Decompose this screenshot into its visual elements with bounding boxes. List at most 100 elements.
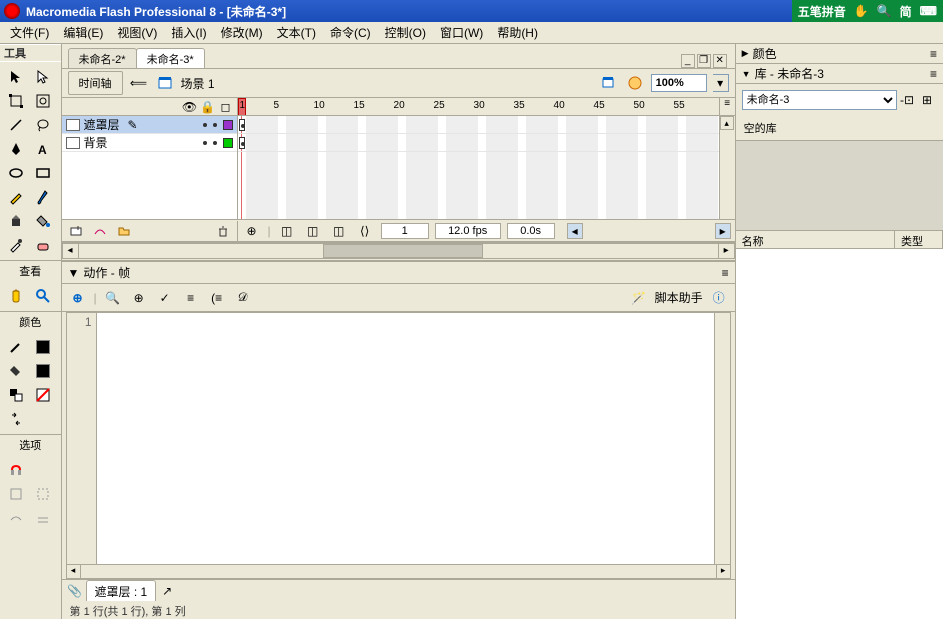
eyedropper-tool[interactable] bbox=[4, 234, 28, 256]
menu-commands[interactable]: 命令(C) bbox=[324, 22, 377, 43]
gradient-transform-tool[interactable] bbox=[31, 90, 55, 112]
option-5[interactable] bbox=[4, 507, 28, 529]
zoom-dropdown[interactable]: ▾ bbox=[713, 74, 729, 92]
add-motion-guide-btn[interactable] bbox=[90, 221, 110, 241]
add-layer-btn[interactable] bbox=[66, 221, 86, 241]
menu-modify[interactable]: 修改(M) bbox=[215, 22, 269, 43]
swap-colors-btn[interactable] bbox=[4, 408, 28, 430]
lock-icon[interactable]: 🔒 bbox=[201, 100, 215, 114]
script-helper-label[interactable]: 脚本助手 bbox=[655, 289, 703, 306]
eraser-tool[interactable] bbox=[31, 234, 55, 256]
hand-tool[interactable] bbox=[4, 285, 28, 307]
fill-swatch[interactable] bbox=[31, 360, 55, 382]
menu-control[interactable]: 控制(O) bbox=[379, 22, 432, 43]
frames-area[interactable] bbox=[238, 116, 719, 219]
panel-menu-icon[interactable]: ≡ bbox=[930, 67, 937, 81]
edit-symbol-btn[interactable] bbox=[625, 73, 645, 93]
pen-tool[interactable] bbox=[4, 138, 28, 160]
zoom-input[interactable]: 100% bbox=[651, 74, 707, 92]
paint-bucket-tool[interactable] bbox=[31, 210, 55, 232]
code-vscroll[interactable] bbox=[714, 313, 730, 564]
selection-tool[interactable] bbox=[4, 66, 28, 88]
free-transform-tool[interactable] bbox=[4, 90, 28, 112]
add-script-btn[interactable]: ⊕ bbox=[68, 288, 88, 308]
find-btn[interactable]: 🔍 bbox=[103, 288, 123, 308]
no-color-btn[interactable] bbox=[31, 384, 55, 406]
menu-file[interactable]: 文件(F) bbox=[4, 22, 55, 43]
scroll-left-btn[interactable]: ◂ bbox=[567, 223, 583, 239]
edit-multiple-frames-btn[interactable]: ◫ bbox=[329, 221, 349, 241]
keyframe-icon[interactable] bbox=[239, 119, 245, 131]
add-folder-btn[interactable] bbox=[114, 221, 134, 241]
help-icon[interactable]: ⓘ bbox=[709, 288, 729, 308]
target-btn[interactable]: ⊕ bbox=[129, 288, 149, 308]
nav-icon[interactable]: ↗ bbox=[160, 584, 174, 598]
line-tool[interactable] bbox=[4, 114, 28, 136]
hand-icon[interactable]: ✋ bbox=[852, 4, 871, 18]
doc-restore-btn[interactable]: ❐ bbox=[697, 54, 711, 68]
eye-icon[interactable]: 👁 bbox=[183, 100, 197, 114]
library-list[interactable] bbox=[736, 249, 943, 619]
code-hscroll[interactable]: ◂ ▸ bbox=[66, 565, 731, 579]
scroll-left-icon[interactable]: ◂ bbox=[67, 565, 81, 578]
edit-scene-btn[interactable] bbox=[599, 73, 619, 93]
code-hint-btn[interactable]: (≡ bbox=[207, 288, 227, 308]
library-panel-header[interactable]: ▼ 库 - 未命名-3 ≡ bbox=[736, 64, 943, 84]
option-6[interactable] bbox=[31, 507, 55, 529]
collapse-icon[interactable]: ▼ bbox=[742, 69, 751, 79]
black-white-btn[interactable] bbox=[4, 384, 28, 406]
timeline-menu-btn[interactable]: ≡ bbox=[719, 98, 735, 115]
stroke-color[interactable] bbox=[4, 336, 28, 358]
menu-text[interactable]: 文本(T) bbox=[271, 22, 322, 43]
code-textarea[interactable] bbox=[97, 313, 714, 564]
scroll-right-icon[interactable]: ▸ bbox=[716, 565, 730, 578]
timeline-vscroll[interactable]: ▴ bbox=[719, 116, 735, 219]
debug-btn[interactable]: 𝒟 bbox=[233, 288, 253, 308]
library-document-select[interactable]: 未命名-3 bbox=[742, 90, 897, 110]
layer-row-1[interactable]: 背景 bbox=[62, 134, 237, 152]
back-button[interactable]: ⟸ bbox=[129, 73, 149, 93]
keyboard-icon[interactable]: ⌨ bbox=[918, 4, 939, 18]
ink-bottle-tool[interactable] bbox=[4, 210, 28, 232]
expand-icon[interactable]: ▶ bbox=[742, 48, 749, 59]
brush-tool[interactable] bbox=[31, 186, 55, 208]
timeline-button[interactable]: 时间轴 bbox=[68, 71, 123, 95]
doc-tab-1[interactable]: 未命名-3* bbox=[136, 48, 205, 68]
option-3[interactable] bbox=[4, 483, 28, 505]
actions-header[interactable]: ▼ 动作 - 帧 ≡ bbox=[62, 262, 735, 284]
actions-tab[interactable]: 遮罩层 : 1 bbox=[86, 580, 157, 602]
ime-lang[interactable]: 简 bbox=[898, 3, 914, 20]
pin-library-btn[interactable]: -⊡ bbox=[897, 90, 917, 110]
doc-minimize-btn[interactable]: _ bbox=[681, 54, 695, 68]
ime-bar[interactable]: 五笔拼音 ✋ 🔍 简 ⌨ bbox=[792, 0, 943, 22]
menu-help[interactable]: 帮助(H) bbox=[491, 22, 544, 43]
doc-tab-0[interactable]: 未命名-2* bbox=[68, 48, 137, 68]
doc-close-btn[interactable]: ✕ bbox=[713, 54, 727, 68]
stroke-swatch[interactable] bbox=[31, 336, 55, 358]
new-library-btn[interactable]: ⊞ bbox=[917, 90, 937, 110]
option-2[interactable] bbox=[31, 459, 55, 481]
scroll-left-icon[interactable]: ◂ bbox=[63, 244, 79, 258]
scroll-right-btn[interactable]: ▸ bbox=[715, 223, 731, 239]
col-name[interactable]: 名称 bbox=[736, 231, 895, 248]
oval-tool[interactable] bbox=[4, 162, 28, 184]
delete-layer-btn[interactable] bbox=[213, 221, 233, 241]
onion-skin-btn[interactable]: ◫ bbox=[277, 221, 297, 241]
check-syntax-btn[interactable]: ✓ bbox=[155, 288, 175, 308]
stage-hscroll[interactable]: ◂ ▸ bbox=[62, 243, 735, 259]
layer-color-swatch[interactable] bbox=[223, 120, 233, 130]
text-tool[interactable]: A bbox=[31, 138, 55, 160]
menu-window[interactable]: 窗口(W) bbox=[434, 22, 489, 43]
scroll-right-icon[interactable]: ▸ bbox=[718, 244, 734, 258]
menu-insert[interactable]: 插入(I) bbox=[165, 22, 212, 43]
layer-color-swatch[interactable] bbox=[223, 138, 233, 148]
layer-row-0[interactable]: 遮罩层 ✎ bbox=[62, 116, 237, 134]
menu-edit[interactable]: 编辑(E) bbox=[57, 22, 109, 43]
pin-icon[interactable]: 📎 bbox=[68, 584, 82, 598]
panel-menu-icon[interactable]: ≡ bbox=[722, 266, 729, 280]
auto-format-btn[interactable]: ≡ bbox=[181, 288, 201, 308]
col-type[interactable]: 类型 bbox=[895, 231, 943, 248]
collapse-icon[interactable]: ▼ bbox=[68, 266, 80, 280]
rectangle-tool[interactable] bbox=[31, 162, 55, 184]
menu-view[interactable]: 视图(V) bbox=[111, 22, 163, 43]
